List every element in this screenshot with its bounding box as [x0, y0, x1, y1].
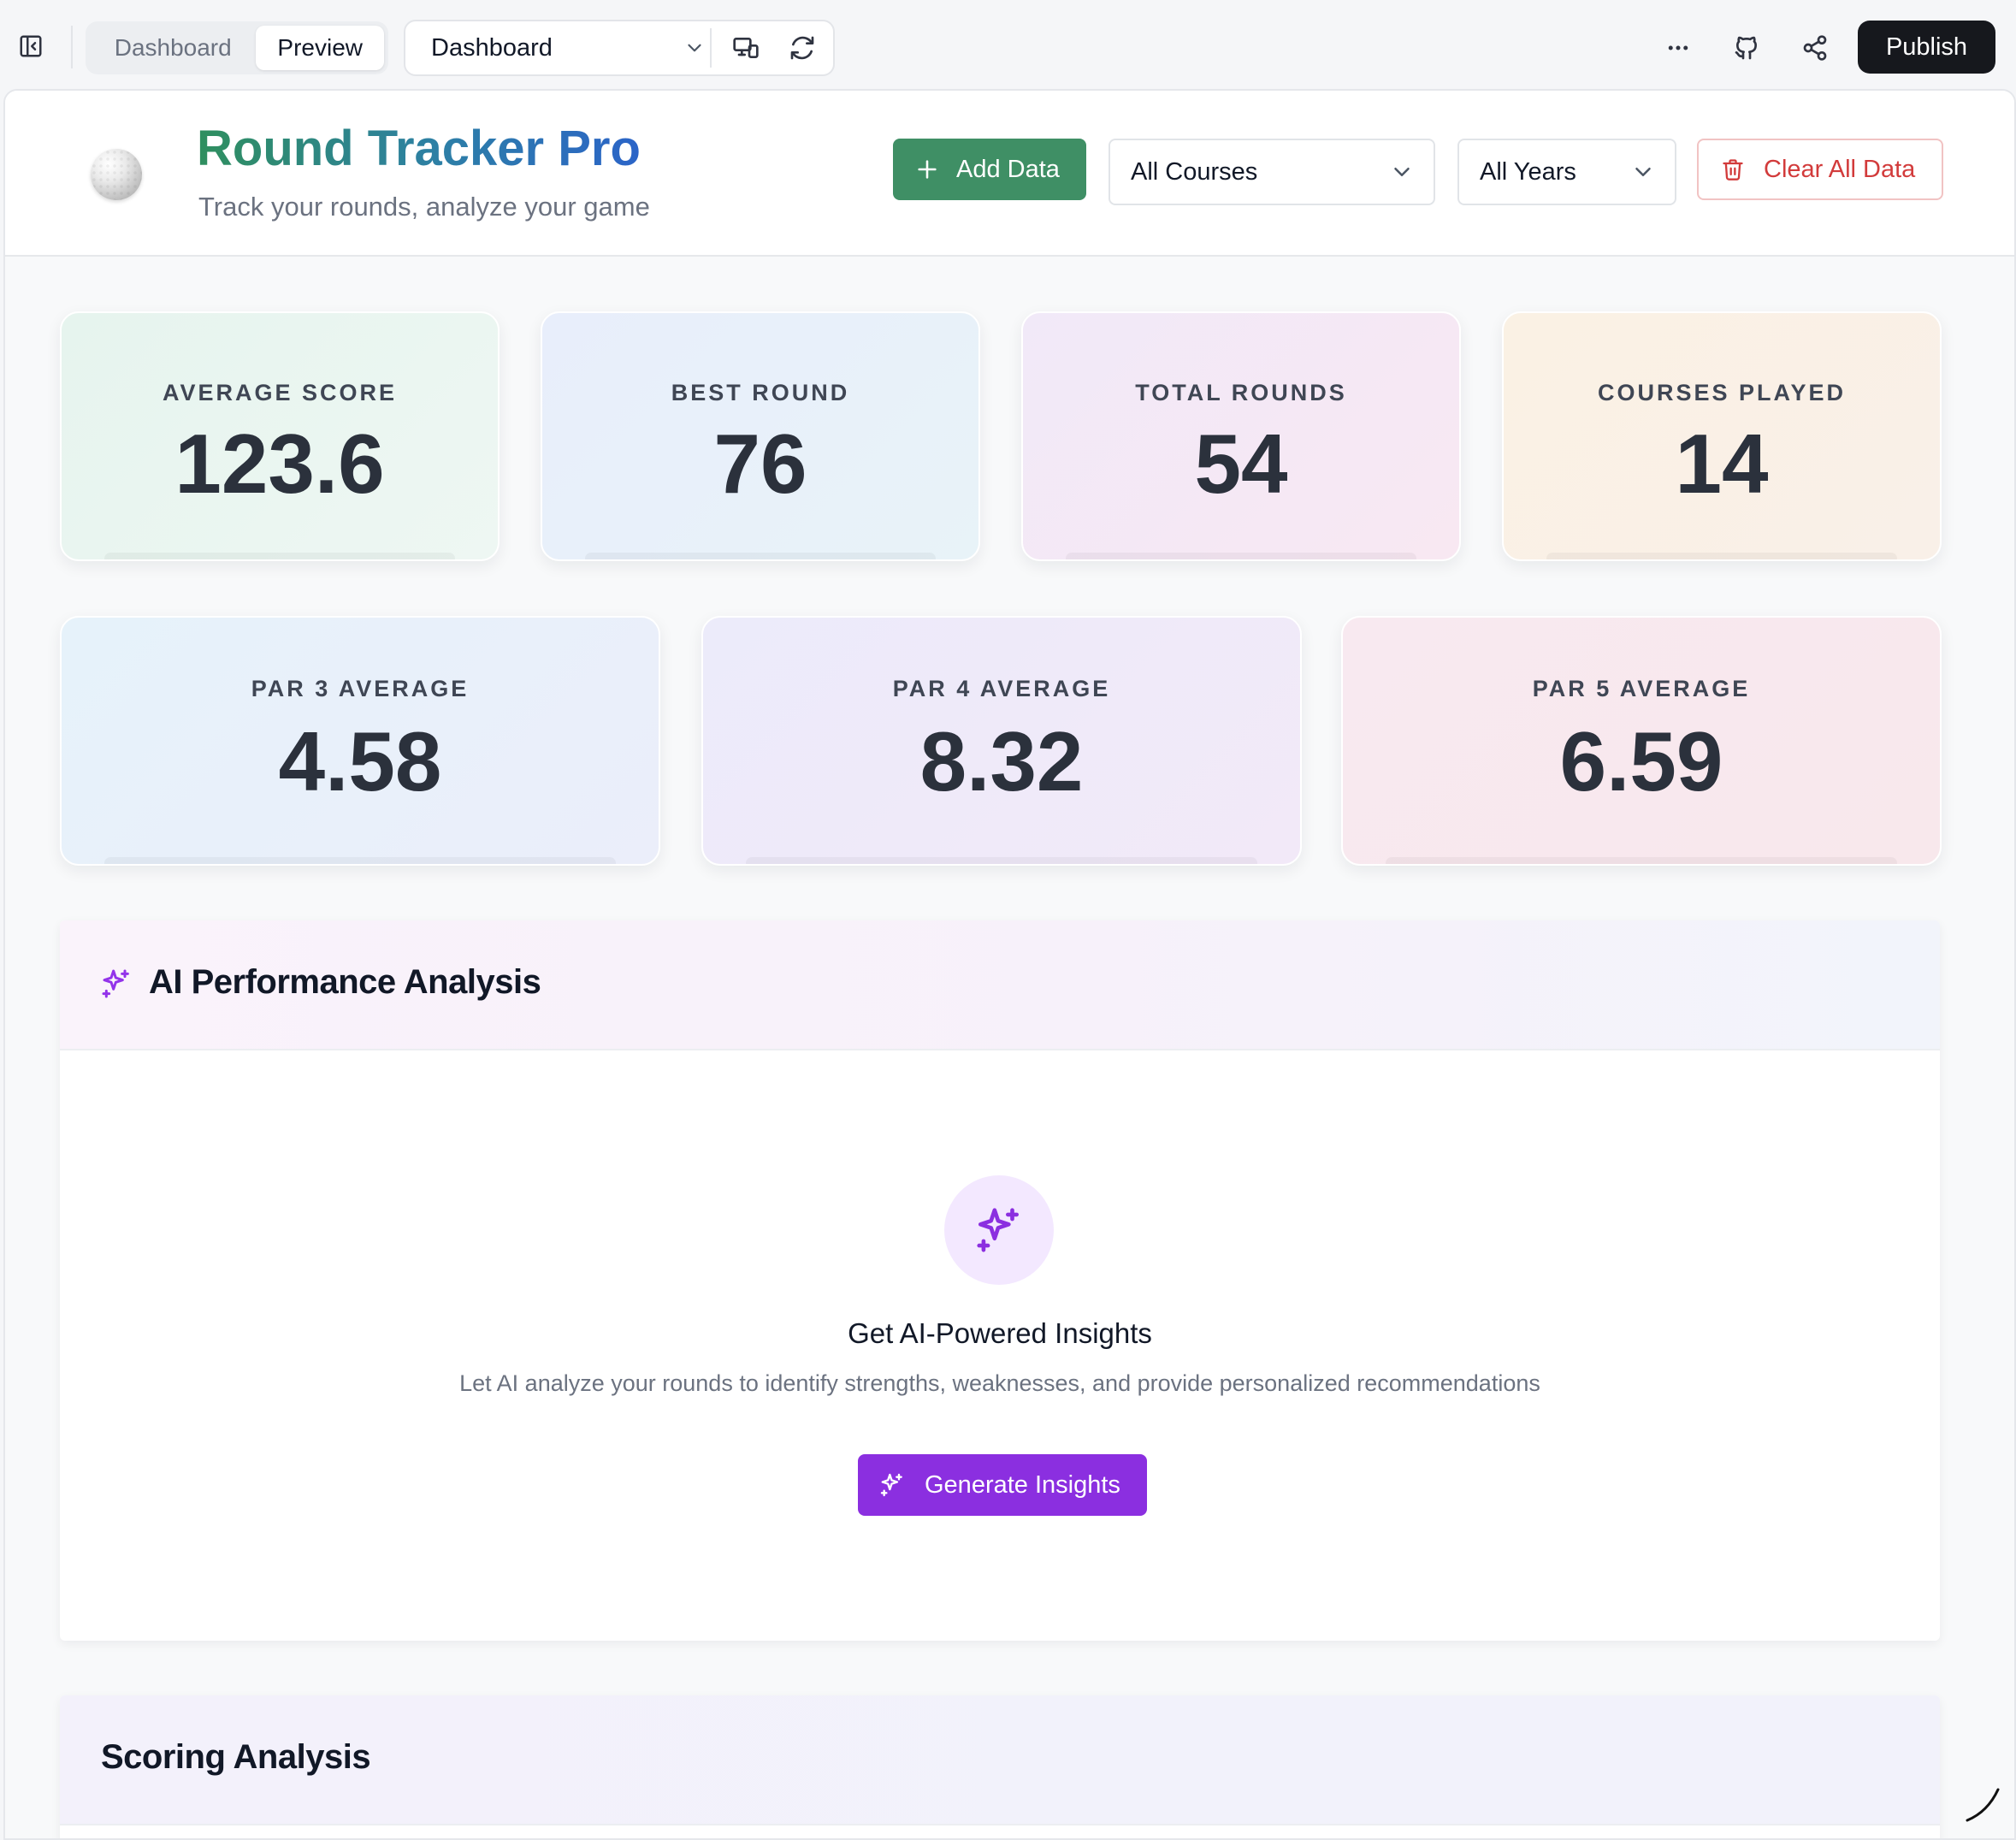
stat-value: 6.59 [1559, 714, 1723, 808]
chevron-down-icon [1630, 159, 1656, 185]
stat-card-total-rounds: TOTAL ROUNDS 54 [1021, 311, 1461, 561]
clear-all-data-button[interactable]: Clear All Data [1697, 139, 1943, 200]
chevron-down-icon [1389, 159, 1415, 185]
page-subtitle: Track your rounds, analyze your game [198, 192, 650, 222]
year-filter-select[interactable]: All Years [1457, 139, 1676, 205]
stat-label: PAR 4 AVERAGE [892, 676, 1111, 701]
stat-value: 76 [713, 417, 807, 511]
stat-label: COURSES PLAYED [1597, 380, 1847, 405]
page-select-divider [710, 28, 712, 68]
stat-label: TOTAL ROUNDS [1135, 380, 1347, 405]
stat-card-courses-played: COURSES PLAYED 14 [1502, 311, 1942, 561]
page-select[interactable]: Dashboard [404, 20, 835, 76]
generate-insights-label: Generate Insights [925, 1470, 1120, 1499]
refresh-icon[interactable] [785, 31, 819, 65]
sidebar-toggle-icon[interactable] [15, 31, 46, 62]
app-preview: Round Tracker Pro Track your rounds, ana… [3, 89, 2016, 1840]
view-mode-toggle: Dashboard Preview [86, 21, 388, 74]
ai-analysis-section: AI Performance Analysis Get AI-Powered I… [60, 920, 1940, 1641]
stat-value: 8.32 [919, 714, 1084, 808]
golf-ball-icon [91, 149, 142, 200]
more-icon[interactable] [1661, 31, 1695, 65]
add-data-label: Add Data [956, 155, 1060, 183]
devices-icon[interactable] [729, 31, 763, 65]
share-icon[interactable] [1798, 31, 1832, 65]
scoring-analysis-section: Scoring Analysis [60, 1695, 1940, 1838]
stat-value: 14 [1675, 417, 1769, 511]
plus-icon [915, 157, 939, 181]
stat-card-par3-average: PAR 3 AVERAGE 4.58 [60, 616, 660, 866]
toolbar-divider [71, 26, 73, 68]
page-select-value: Dashboard [431, 33, 553, 62]
app-header: Round Tracker Pro Track your rounds, ana… [5, 91, 2014, 257]
trash-icon [1721, 157, 1745, 182]
stat-label: PAR 5 AVERAGE [1532, 676, 1751, 701]
generate-insights-button[interactable]: Generate Insights [858, 1454, 1147, 1516]
editor-toolbar: Dashboard Preview Dashboard Publish [0, 7, 2016, 87]
publish-button[interactable]: Publish [1858, 21, 1995, 74]
ai-sparkles-badge [944, 1175, 1054, 1285]
stat-card-average-score: AVERAGE SCORE 123.6 [60, 311, 500, 561]
stat-value: 4.58 [278, 714, 442, 808]
stat-label: BEST ROUND [671, 380, 850, 405]
ai-analysis-title: AI Performance Analysis [149, 963, 541, 1001]
scoring-analysis-title: Scoring Analysis [101, 1738, 371, 1776]
course-filter-select[interactable]: All Courses [1109, 139, 1435, 205]
resize-handle-icon[interactable] [1964, 1786, 2001, 1824]
scoring-analysis-header: Scoring Analysis [60, 1695, 1940, 1825]
ai-analysis-header: AI Performance Analysis [60, 920, 1940, 1050]
stat-card-par5-average: PAR 5 AVERAGE 6.59 [1341, 616, 1942, 866]
sparkles-icon [977, 1208, 1019, 1252]
stat-value: 54 [1194, 417, 1288, 511]
stat-value: 123.6 [174, 417, 385, 511]
tab-dashboard[interactable]: Dashboard [90, 26, 256, 70]
insights-empty-title: Get AI-Powered Insights [848, 1317, 1152, 1349]
course-filter-value: All Courses [1131, 157, 1258, 186]
page-title: Round Tracker Pro [197, 121, 641, 176]
clear-all-data-label: Clear All Data [1764, 155, 1916, 183]
sparkles-icon [878, 1471, 906, 1499]
sparkles-icon [99, 967, 133, 1001]
stat-label: PAR 3 AVERAGE [251, 676, 470, 701]
insights-empty-description: Let AI analyze your rounds to identify s… [459, 1370, 1540, 1396]
stat-card-par4-average: PAR 4 AVERAGE 8.32 [701, 616, 1302, 866]
add-data-button[interactable]: Add Data [893, 139, 1086, 200]
tab-preview[interactable]: Preview [256, 26, 384, 70]
stat-label: AVERAGE SCORE [162, 380, 398, 405]
github-icon[interactable] [1729, 31, 1764, 65]
stat-card-best-round: BEST ROUND 76 [541, 311, 980, 561]
year-filter-value: All Years [1480, 157, 1576, 186]
